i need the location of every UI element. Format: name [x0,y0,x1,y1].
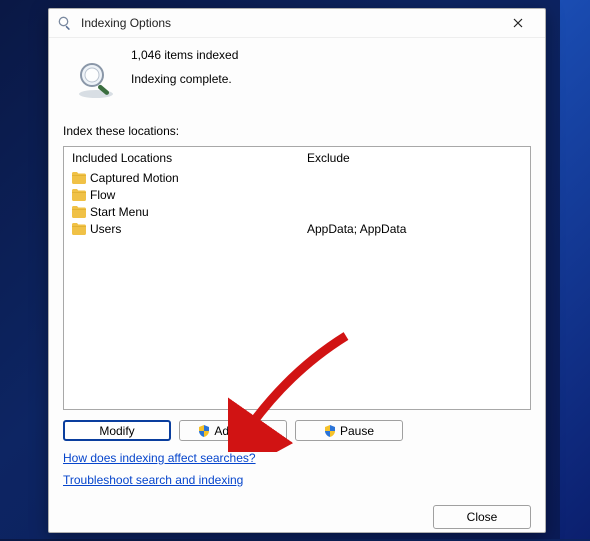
location-name: Captured Motion [90,171,179,185]
exclude-value: AppData; AppData [307,220,522,237]
location-name: Start Menu [90,205,149,219]
status-area: 1,046 items indexed Indexing complete. [63,46,531,100]
pause-button-label: Pause [340,424,374,438]
shield-icon [324,425,336,437]
desktop-background-edge [560,0,590,539]
advanced-button-label: Advanced [214,424,267,438]
pause-button[interactable]: Pause [295,420,403,441]
folder-icon [72,189,86,201]
troubleshoot-link[interactable]: Troubleshoot search and indexing [63,473,243,487]
close-button-label: Close [467,510,498,524]
magnifier-icon [57,15,73,31]
exclude-value [307,186,522,203]
locations-list[interactable]: Included Locations Captured Motion Flow St… [63,146,531,410]
magnifier-large-icon [75,58,117,100]
title-bar: Indexing Options [49,9,545,38]
dialog-content: 1,046 items indexed Indexing complete. I… [49,38,545,499]
indexed-count-label: 1,046 items indexed [131,48,238,62]
dialog-footer: Close [49,499,545,541]
folder-icon [72,206,86,218]
shield-icon [198,425,210,437]
exclude-column: Exclude AppData; AppData [299,147,530,409]
close-window-button[interactable] [499,9,537,37]
advanced-button[interactable]: Advanced [179,420,287,441]
included-header: Included Locations [72,151,291,165]
included-locations-column: Included Locations Captured Motion Flow St… [64,147,299,409]
location-row[interactable]: Start Menu [72,203,291,220]
exclude-value [307,203,522,220]
location-row[interactable]: Users [72,220,291,237]
location-row[interactable]: Flow [72,186,291,203]
folder-icon [72,172,86,184]
modify-button-label: Modify [99,424,134,438]
exclude-value [307,169,522,186]
indexing-options-window: Indexing Options 1,046 items indexed Ind… [48,8,546,533]
location-row[interactable]: Captured Motion [72,169,291,186]
exclude-header: Exclude [307,151,522,165]
close-button[interactable]: Close [433,505,531,529]
location-name: Users [90,222,121,236]
how-indexing-link[interactable]: How does indexing affect searches? [63,451,256,465]
locations-section-label: Index these locations: [63,124,531,138]
modify-button[interactable]: Modify [63,420,171,441]
location-name: Flow [90,188,115,202]
action-button-row: Modify Advanced Pause [63,420,531,441]
folder-icon [72,223,86,235]
window-title: Indexing Options [81,16,499,30]
indexing-state-label: Indexing complete. [131,72,238,86]
